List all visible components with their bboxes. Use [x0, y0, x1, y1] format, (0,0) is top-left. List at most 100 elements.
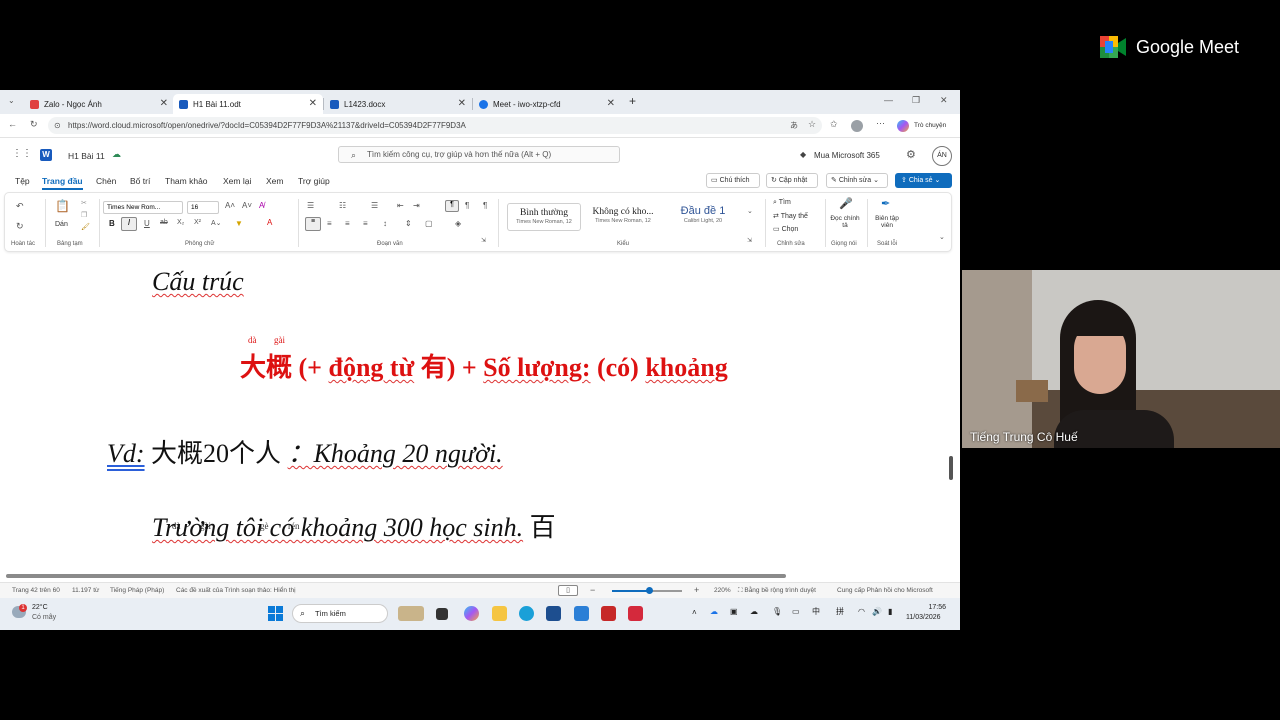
- buy-microsoft-365[interactable]: Mua Microsoft 365: [814, 151, 880, 160]
- tab-meet[interactable]: Meet - iwo-xtzp-cfd ✕: [473, 94, 621, 114]
- clock-time[interactable]: 17:56: [918, 604, 946, 611]
- zoom-level[interactable]: 220%: [714, 587, 731, 594]
- paste-icon[interactable]: 📋: [55, 199, 70, 213]
- vertical-scrollbar[interactable]: [949, 456, 953, 480]
- tab-help[interactable]: Trợ giúp: [298, 176, 330, 186]
- catch-up-button[interactable]: ↻ Cập nhật: [766, 173, 818, 188]
- tab-l1423[interactable]: L1423.docx ✕: [324, 94, 472, 114]
- tray-cloud-icon[interactable]: ☁: [750, 607, 758, 616]
- styles-more-icon[interactable]: ⌄: [747, 207, 753, 215]
- profile-icon[interactable]: [851, 120, 863, 132]
- tray-chevron-icon[interactable]: ˄: [692, 608, 697, 617]
- maximize-icon[interactable]: ❐: [912, 95, 920, 106]
- windows-start-icon[interactable]: [268, 606, 283, 621]
- paragraph-spacing-icon[interactable]: ⇕: [405, 219, 412, 228]
- paste-label[interactable]: Dán: [55, 221, 68, 228]
- favorite-star-icon[interactable]: ☆: [808, 119, 816, 130]
- view-mode-icon[interactable]: ▯: [558, 585, 578, 596]
- search-highlight-icon[interactable]: [398, 606, 424, 621]
- undo-icon[interactable]: ↶: [16, 201, 24, 212]
- task-view-icon[interactable]: [436, 608, 448, 620]
- new-tab-icon[interactable]: +: [629, 94, 636, 108]
- find-button[interactable]: ⌕ Tìm: [773, 199, 791, 207]
- more-icon[interactable]: ⋯: [876, 118, 885, 129]
- window-close-icon[interactable]: ✕: [940, 95, 948, 106]
- zoom-slider[interactable]: [612, 587, 682, 594]
- close-icon[interactable]: ✕: [458, 98, 466, 109]
- feedback-link[interactable]: Cung cấp Phản hồi cho Microsoft: [837, 587, 933, 594]
- minimize-icon[interactable]: —: [884, 95, 893, 105]
- italic-icon[interactable]: I: [121, 217, 137, 231]
- document-title[interactable]: H1 Bài 11: [68, 151, 105, 161]
- style-no-spacing[interactable]: Không có kho... Times New Roman, 12: [585, 203, 661, 231]
- redo-icon[interactable]: ↻: [16, 221, 24, 232]
- bullets-icon[interactable]: ☰: [307, 201, 314, 210]
- tab-view[interactable]: Xem: [266, 176, 283, 186]
- close-icon[interactable]: ✕: [607, 98, 615, 109]
- tab-zalo[interactable]: Zalo - Ngọc Ánh ✕: [24, 94, 174, 114]
- translate-icon[interactable]: あ: [790, 120, 798, 131]
- align-center-icon[interactable]: ≡: [327, 219, 332, 228]
- file-explorer-icon[interactable]: [492, 606, 507, 621]
- replace-button[interactable]: ⇄ Thay thế: [773, 212, 808, 220]
- bold-icon[interactable]: B: [109, 219, 115, 228]
- text-effects-icon[interactable]: A⌄: [211, 219, 222, 227]
- store-icon[interactable]: [546, 606, 561, 621]
- mcafee-icon[interactable]: [601, 606, 616, 621]
- copilot-label[interactable]: Trò chuyện: [914, 122, 946, 129]
- increase-indent-icon[interactable]: ⇥: [413, 201, 420, 210]
- tab-insert[interactable]: Chèn: [96, 176, 116, 186]
- copilot-taskbar-icon[interactable]: [464, 606, 479, 621]
- collapse-ribbon-icon[interactable]: ⌄: [939, 233, 945, 241]
- rtl-icon[interactable]: ¶: [465, 201, 469, 210]
- weather-temp[interactable]: 22°C: [32, 604, 48, 611]
- back-icon[interactable]: ←: [8, 119, 17, 129]
- volume-icon[interactable]: 🔊: [872, 607, 882, 616]
- editing-mode-button[interactable]: ✎ Chỉnh sửa ⌄: [826, 173, 888, 188]
- ltr-icon[interactable]: ¶: [445, 200, 459, 212]
- line-spacing-icon[interactable]: ↕: [383, 219, 387, 228]
- clear-format-icon[interactable]: A̸: [259, 201, 264, 210]
- underline-icon[interactable]: U: [144, 219, 150, 228]
- font-size-select[interactable]: 16: [187, 201, 219, 214]
- battery-icon[interactable]: ▮: [888, 607, 892, 616]
- comments-button[interactable]: ▭ Chú thích: [706, 173, 760, 188]
- copilot-icon[interactable]: [897, 120, 909, 132]
- zoom-out-icon[interactable]: −: [590, 585, 595, 595]
- styles-dialog-icon[interactable]: ⇲: [747, 237, 752, 244]
- borders-icon[interactable]: ▢: [425, 219, 433, 228]
- tab-review[interactable]: Xem lại: [223, 176, 251, 186]
- microphone-icon[interactable]: 🎤: [839, 197, 853, 210]
- align-right-icon[interactable]: ≡: [345, 219, 350, 228]
- app-icon[interactable]: [574, 606, 589, 621]
- url-input[interactable]: ⊙ https://word.cloud.microsoft/open/oned…: [48, 117, 822, 134]
- dictate-button[interactable]: Đọc chính tả: [827, 215, 863, 229]
- settings-gear-icon[interactable]: ⚙: [906, 148, 916, 161]
- participant-video-tile[interactable]: Tiếng Trung Cô Huế: [962, 270, 1280, 448]
- copy-icon[interactable]: ❐: [81, 211, 87, 219]
- show-marks-icon[interactable]: ¶: [483, 201, 487, 210]
- taskbar-search[interactable]: ⌕ Tìm kiếm: [292, 604, 388, 623]
- ime-pinyin[interactable]: 拼: [836, 606, 844, 617]
- editor-button[interactable]: Biên tập viên: [871, 215, 903, 229]
- close-icon[interactable]: ✕: [160, 98, 168, 109]
- shading-icon[interactable]: ◈: [455, 219, 461, 228]
- wifi-icon[interactable]: ◠: [858, 607, 865, 616]
- tab-list-icon[interactable]: ⌄: [8, 96, 15, 105]
- avatar[interactable]: ÁN: [932, 146, 952, 166]
- style-heading-1[interactable]: Đầu đề 1 Calibri Light, 20: [665, 203, 741, 231]
- weather-condition[interactable]: Có mây: [32, 614, 56, 621]
- tab-file[interactable]: Tệp: [15, 176, 30, 186]
- horizontal-scrollbar[interactable]: [6, 574, 786, 578]
- align-left-icon[interactable]: ≡: [305, 217, 321, 231]
- zoom-in-icon[interactable]: +: [694, 585, 699, 595]
- tab-home[interactable]: Trang đầu: [42, 176, 83, 190]
- editor-pen-icon[interactable]: ✒: [881, 197, 890, 210]
- subscript-icon[interactable]: X₂: [177, 219, 184, 226]
- onedrive-icon[interactable]: ☁: [710, 607, 718, 616]
- close-icon[interactable]: ✕: [309, 98, 317, 109]
- tray-mic-icon[interactable]: 🎙: [772, 607, 782, 616]
- share-button[interactable]: ⇪ Chia sẻ ⌄: [895, 173, 952, 188]
- justify-icon[interactable]: ≡: [363, 219, 368, 228]
- superscript-icon[interactable]: X²: [194, 219, 201, 226]
